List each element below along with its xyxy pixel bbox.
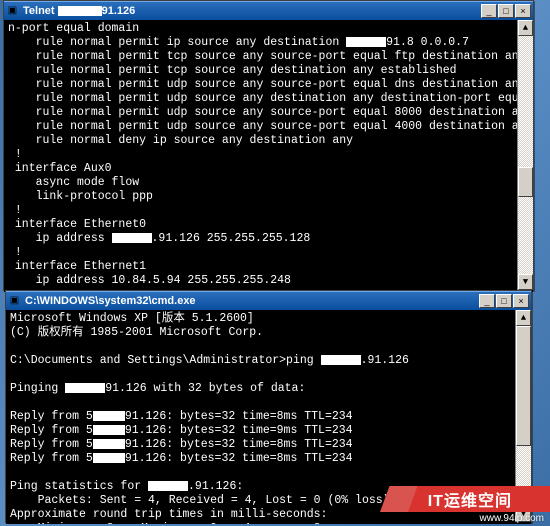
term-line: Microsoft Windows XP [版本 5.1.2600] [10, 312, 254, 325]
term-line: rule normal permit udp source any source… [8, 106, 533, 119]
cmd-titlebar[interactable]: ▣ C:\WINDOWS\system32\cmd.exe _ □ × [6, 291, 531, 310]
term-line: Reply from 5 [10, 452, 93, 465]
masked-ip [346, 37, 386, 47]
minimize-button[interactable]: _ [481, 4, 497, 18]
minimize-button[interactable]: _ [479, 294, 495, 308]
term-line: 91.126: bytes=32 time=8ms TTL=234 [125, 438, 353, 451]
term-line: Minimum = 8ms, Maximum = 9ms, Average = … [10, 522, 334, 524]
term-line: rule normal permit udp source any destin… [8, 92, 533, 105]
term-line: Packets: Sent = 4, Received = 4, Lost = … [10, 494, 396, 507]
watermark-url: www.94ip.com [480, 513, 544, 524]
term-line: Ping statistics for [10, 480, 148, 493]
window-controls: _ □ × [479, 294, 529, 308]
masked-ip [93, 411, 125, 421]
masked-ip [112, 233, 152, 243]
term-line: .91.126 255.255.255.128 [152, 232, 311, 245]
maximize-button[interactable]: □ [496, 294, 512, 308]
scroll-thumb[interactable] [518, 167, 533, 197]
term-line: .91.126 [361, 354, 409, 367]
term-line: 91.8 0.0.0.7 [386, 36, 469, 49]
term-line: rule normal permit tcp source any source… [8, 50, 526, 63]
term-line: Reply from 5 [10, 438, 93, 451]
scroll-up-button[interactable]: ▲ [518, 20, 533, 36]
masked-ip [148, 481, 188, 491]
masked-ip [58, 6, 102, 16]
title-suffix: 91.126 [102, 5, 136, 17]
term-line: (C) 版权所有 1985-2001 Microsoft Corp. [10, 326, 263, 339]
maximize-button[interactable]: □ [498, 4, 514, 18]
term-line: 91.126: bytes=32 time=9ms TTL=234 [125, 424, 353, 437]
term-line: rule normal deny ip source any destinati… [8, 134, 353, 147]
scroll-up-button[interactable]: ▲ [516, 310, 531, 326]
masked-ip [93, 453, 125, 463]
term-line: rule normal permit ip source any destina… [8, 36, 346, 49]
scroll-track[interactable] [516, 326, 531, 506]
cmd-title: C:\WINDOWS\system32\cmd.exe [25, 295, 196, 307]
masked-ip [65, 383, 105, 393]
term-line: n-port equal domain [8, 22, 139, 35]
term-line: rule normal permit tcp source any destin… [8, 64, 457, 77]
close-button[interactable]: × [513, 294, 529, 308]
term-line: Reply from 5 [10, 424, 93, 437]
term-line: ip address [8, 232, 112, 245]
scroll-track[interactable] [518, 36, 533, 274]
masked-ip [93, 425, 125, 435]
term-line: 91.126: bytes=32 time=8ms TTL=234 [125, 410, 353, 423]
scroll-thumb[interactable] [516, 326, 531, 446]
term-line: ! [8, 246, 22, 259]
close-button[interactable]: × [515, 4, 531, 18]
term-line: 91.126: bytes=32 time=8ms TTL=234 [125, 452, 353, 465]
telnet-title: Telnet 91.126 [23, 5, 135, 17]
term-line: rule normal permit udp source any source… [8, 120, 533, 133]
watermark-text: IT运维空间 [428, 487, 512, 511]
term-line: .91.126: [188, 480, 243, 493]
term-line: interface Ethernet0 [8, 218, 146, 231]
title-prefix: Telnet [23, 5, 58, 17]
scroll-down-button[interactable]: ▼ [518, 274, 533, 290]
term-line: rule normal permit udp source any source… [8, 78, 526, 91]
term-line: interface Ethernet1 [8, 260, 146, 273]
telnet-titlebar[interactable]: ▣ Telnet 91.126 _ □ × [4, 1, 533, 20]
term-line: Pinging [10, 382, 65, 395]
term-line: ip address 10.84.5.94 255.255.255.248 [8, 274, 291, 287]
term-line: ! [8, 204, 22, 217]
masked-ip [321, 355, 361, 365]
telnet-terminal[interactable]: n-port equal domain rule normal permit i… [4, 20, 533, 292]
window-controls: _ □ × [481, 4, 531, 18]
term-line: link-protocol ppp [8, 190, 153, 203]
term-line: interface Aux0 [8, 162, 112, 175]
term-line: Reply from 5 [10, 410, 93, 423]
window-icon: ▣ [8, 295, 21, 308]
term-line: C:\Documents and Settings\Administrator>… [10, 354, 321, 367]
masked-ip [93, 439, 125, 449]
term-line: ! [8, 148, 22, 161]
watermark-banner: IT运维空间 [380, 486, 550, 512]
term-line: async mode flow [8, 176, 139, 189]
term-line: Approximate round trip times in milli-se… [10, 508, 327, 521]
telnet-window: ▣ Telnet 91.126 _ □ × n-port equal domai… [3, 0, 534, 291]
term-line: 91.126 with 32 bytes of data: [105, 382, 305, 395]
telnet-scrollbar: ▲ ▼ [517, 20, 533, 290]
window-icon: ▣ [6, 5, 19, 18]
